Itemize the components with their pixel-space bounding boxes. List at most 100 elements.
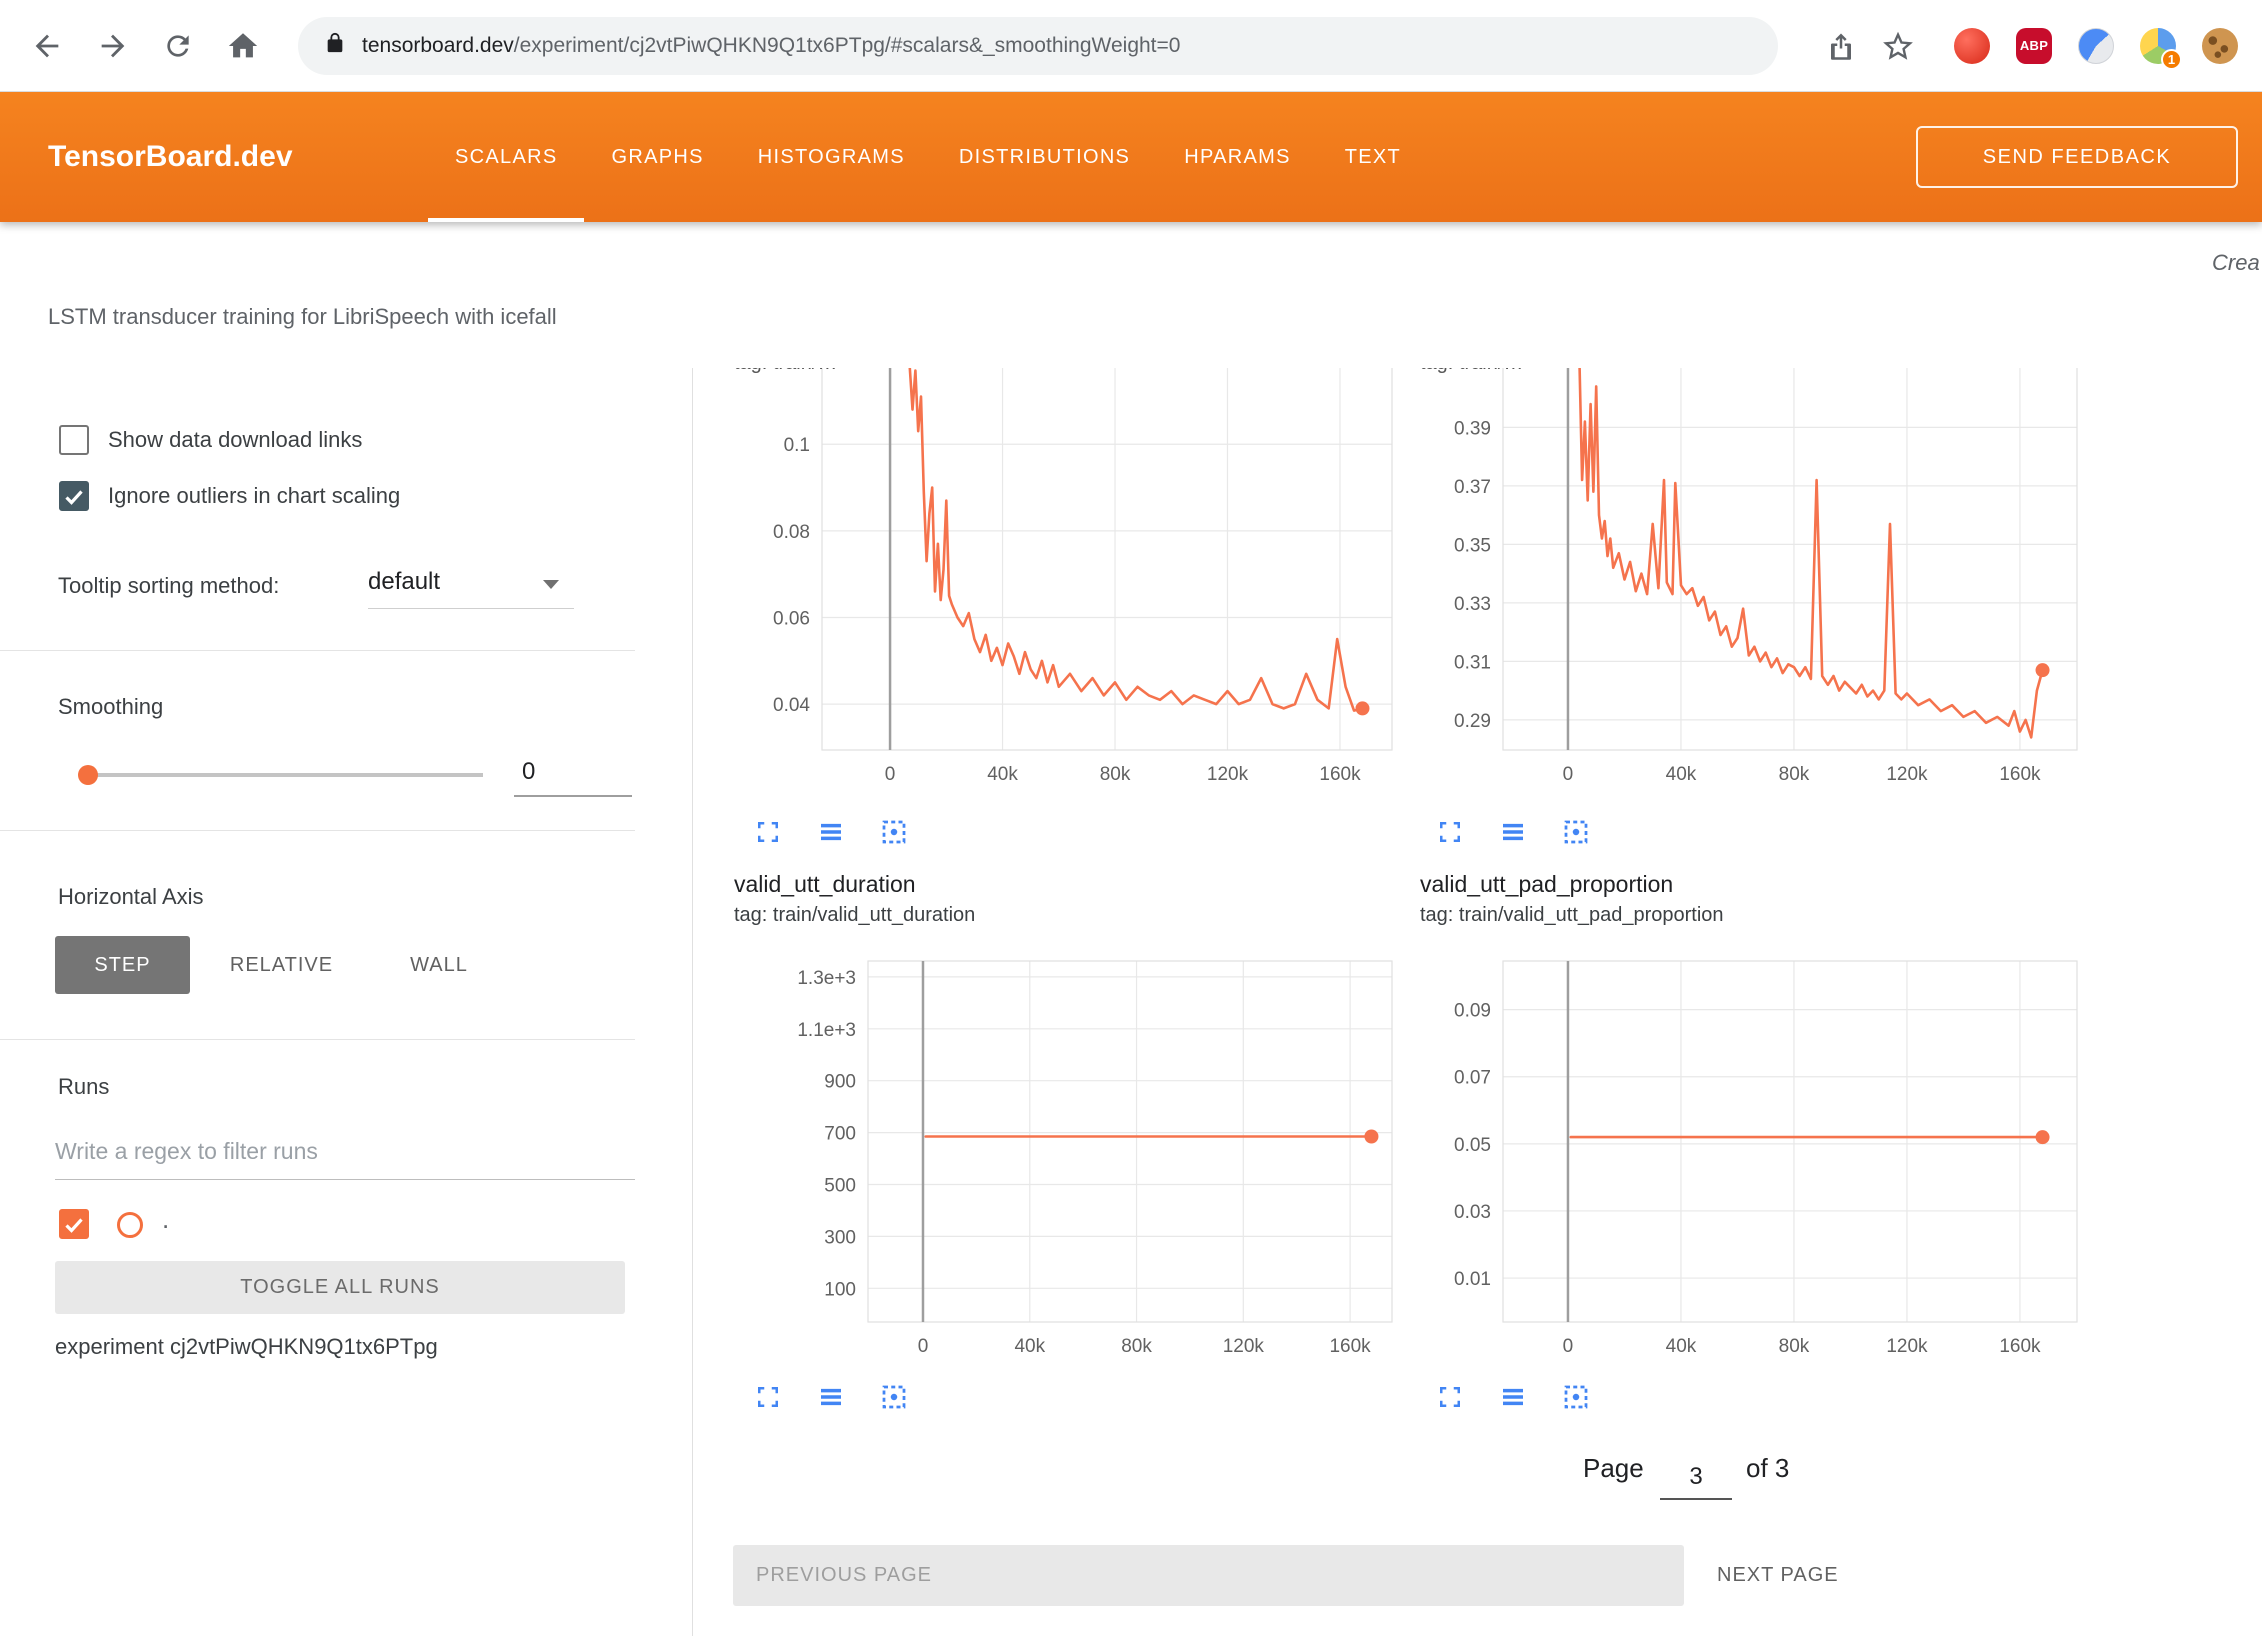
ignore-outliers-label: Ignore outliers in chart scaling — [108, 483, 400, 509]
fullscreen-icon[interactable] — [753, 817, 783, 847]
url-text[interactable]: tensorboard.dev/experiment/cj2vtPiwQHKN9… — [362, 34, 1180, 58]
fullscreen-icon[interactable] — [753, 1382, 783, 1412]
send-feedback-button[interactable]: SEND FEEDBACK — [1916, 126, 2238, 188]
fullscreen-icon[interactable] — [1435, 1382, 1465, 1412]
back-icon[interactable] — [30, 29, 64, 63]
tensorboard-logo[interactable]: TensorBoard.dev — [48, 92, 293, 222]
browser-toolbar: tensorboard.dev/experiment/cj2vtPiwQHKN9… — [0, 0, 2262, 92]
top_left-final-dot — [1355, 701, 1369, 715]
fit-domain-icon[interactable] — [879, 1382, 909, 1412]
top_right-x-tick-label: 40k — [1666, 764, 1697, 785]
top_right-x-tick-label: 80k — [1779, 764, 1810, 785]
top_right-x-tick-label: 0 — [1563, 764, 1574, 785]
page-number-input[interactable] — [1660, 1456, 1732, 1500]
runs-regex-input[interactable] — [55, 1124, 635, 1180]
lines-icon[interactable] — [1498, 1382, 1528, 1412]
refresh-icon[interactable] — [162, 30, 194, 62]
chart-title: valid_utt_pad_proportion — [1420, 871, 1673, 898]
bottom_right-y-tick-label: 0.03 — [1454, 1202, 1491, 1223]
top_left-series-line — [899, 368, 1363, 711]
bottom_right-x-tick-label: 120k — [1886, 1336, 1928, 1357]
tooltip-sorting-select[interactable]: default — [368, 568, 440, 596]
url-domain: tensorboard.dev — [362, 34, 514, 57]
top_right-final-dot — [2036, 663, 2050, 677]
abp-extension-icon[interactable]: ABP — [2016, 28, 2052, 64]
url-path: /experiment/cj2vtPiwQHKN9Q1tx6PTpg/#scal… — [514, 34, 1181, 57]
created-text-clipped: Crea — [2212, 250, 2260, 276]
run-name-label: . — [162, 1204, 169, 1235]
bottom_left-y-tick-label: 1.3e+3 — [797, 968, 856, 989]
bottom_right-y-tick-label: 0.05 — [1454, 1135, 1491, 1156]
bottom_left-y-tick-label: 900 — [824, 1072, 856, 1093]
toggle-all-runs-button[interactable]: TOGGLE ALL RUNS — [55, 1261, 625, 1314]
axis-relative-button[interactable]: RELATIVE — [204, 936, 359, 994]
smoothing-value-input[interactable] — [514, 753, 632, 797]
axis-wall-button[interactable]: WALL — [384, 936, 494, 994]
top_right-y-tick-label: 0.39 — [1454, 418, 1491, 439]
cookie-icon[interactable] — [2202, 28, 2238, 64]
home-icon[interactable] — [226, 29, 260, 63]
previous-page-button[interactable]: PREVIOUS PAGE — [733, 1545, 1684, 1606]
bookmark-star-icon[interactable] — [1882, 30, 1914, 62]
chart-tag: tag: train/valid_utt_duration — [734, 904, 975, 927]
tab-histograms[interactable]: HISTOGRAMS — [731, 92, 932, 222]
smoothing-slider-track[interactable] — [96, 773, 483, 777]
lines-icon[interactable] — [816, 817, 846, 847]
top_left-y-tick-label: 0.04 — [773, 695, 810, 716]
share-icon[interactable] — [1826, 31, 1856, 61]
next-page-button[interactable]: NEXT PAGE — [1717, 1545, 1839, 1606]
bottom_left-y-tick-label: 700 — [824, 1124, 856, 1145]
top_left-x-tick-label: 40k — [987, 764, 1018, 785]
tab-text[interactable]: TEXT — [1318, 92, 1428, 222]
tab-hparams[interactable]: HPARAMS — [1157, 92, 1318, 222]
tab-scalars[interactable]: SCALARS — [428, 92, 584, 222]
top_right-series-line — [1574, 368, 2043, 737]
chart-toolbar — [753, 1382, 909, 1412]
experiment-info-bar: Crea LSTM transducer training for LibriS… — [0, 222, 2262, 368]
run-checkbox[interactable] — [59, 1209, 89, 1239]
tensorboard-header: TensorBoard.dev SCALARS GRAPHS HISTOGRAM… — [0, 92, 2262, 222]
tab-graphs[interactable]: GRAPHS — [584, 92, 730, 222]
page-label: Page — [1583, 1453, 1644, 1484]
charts-panel: 040k80k120k160k0.040.060.080.1040k80k120… — [693, 368, 2262, 1636]
padlock-icon[interactable] — [324, 32, 346, 59]
bottom_right-y-tick-label: 0.07 — [1454, 1068, 1491, 1089]
tab-distributions[interactable]: DISTRIBUTIONS — [932, 92, 1157, 222]
horizontal-axis-label: Horizontal Axis — [58, 884, 204, 910]
fullscreen-icon[interactable] — [1435, 817, 1465, 847]
top_right-x-tick-label: 160k — [1999, 764, 2041, 785]
settings-sidebar: Show data download links Ignore outliers… — [0, 368, 693, 1636]
fit-domain-icon[interactable] — [1561, 1382, 1591, 1412]
bottom_right-y-tick-label: 0.09 — [1454, 1001, 1491, 1022]
bottom_left-x-tick-label: 0 — [918, 1336, 929, 1357]
extension-blue-icon[interactable] — [2078, 28, 2114, 64]
top_left-y-tick-label: 0.1 — [784, 435, 810, 456]
run-color-swatch[interactable] — [117, 1212, 143, 1238]
address-bar[interactable]: tensorboard.dev/experiment/cj2vtPiwQHKN9… — [298, 17, 1778, 75]
ignore-outliers-checkbox[interactable] — [59, 481, 89, 511]
bottom_left-x-tick-label: 80k — [1121, 1336, 1152, 1357]
top_right-y-tick-label: 0.37 — [1454, 477, 1491, 498]
bottom_left-x-tick-label: 40k — [1014, 1336, 1045, 1357]
top_left-x-tick-label: 80k — [1100, 764, 1131, 785]
top_left-x-tick-label: 0 — [885, 764, 896, 785]
chevron-down-icon[interactable] — [543, 580, 559, 589]
bottom_left-x-tick-label: 120k — [1223, 1336, 1265, 1357]
lines-icon[interactable] — [1498, 817, 1528, 847]
smoothing-slider-thumb[interactable] — [78, 765, 98, 785]
forward-icon[interactable] — [96, 29, 130, 63]
top_right-x-tick-label: 120k — [1886, 764, 1928, 785]
bottom_right-y-tick-label: 0.01 — [1454, 1269, 1491, 1290]
bottom_right-final-dot — [2036, 1130, 2050, 1144]
bottom_right-x-tick-label: 160k — [1999, 1336, 2041, 1357]
chart-title: valid_utt_duration — [734, 871, 916, 898]
fit-domain-icon[interactable] — [1561, 817, 1591, 847]
fit-domain-icon[interactable] — [879, 817, 909, 847]
lines-icon[interactable] — [816, 1382, 846, 1412]
axis-step-button[interactable]: STEP — [55, 936, 190, 994]
show-download-links-checkbox[interactable] — [59, 425, 89, 455]
avatar-with-badge-icon[interactable]: 1 — [2140, 28, 2176, 64]
chart-toolbar — [1435, 1382, 1591, 1412]
extension-red-icon[interactable] — [1954, 28, 1990, 64]
bottom_right-x-tick-label: 80k — [1779, 1336, 1810, 1357]
